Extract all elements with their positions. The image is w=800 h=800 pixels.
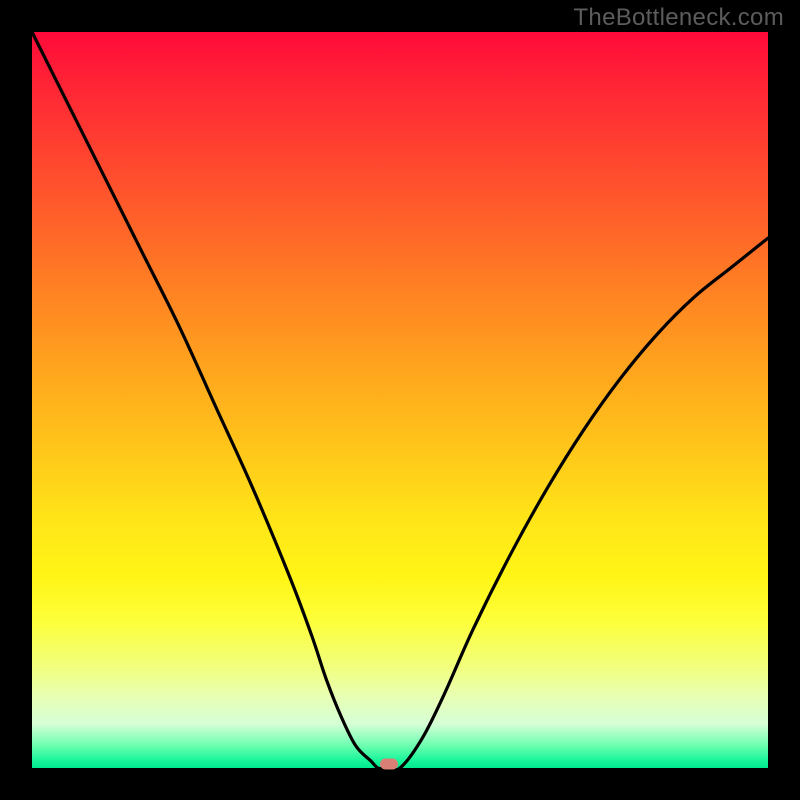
watermark-text: TheBottleneck.com (573, 4, 784, 32)
plot-area (32, 32, 768, 768)
chart-frame: TheBottleneck.com (0, 0, 800, 800)
optimum-marker (380, 759, 398, 770)
bottleneck-curve (32, 32, 768, 768)
